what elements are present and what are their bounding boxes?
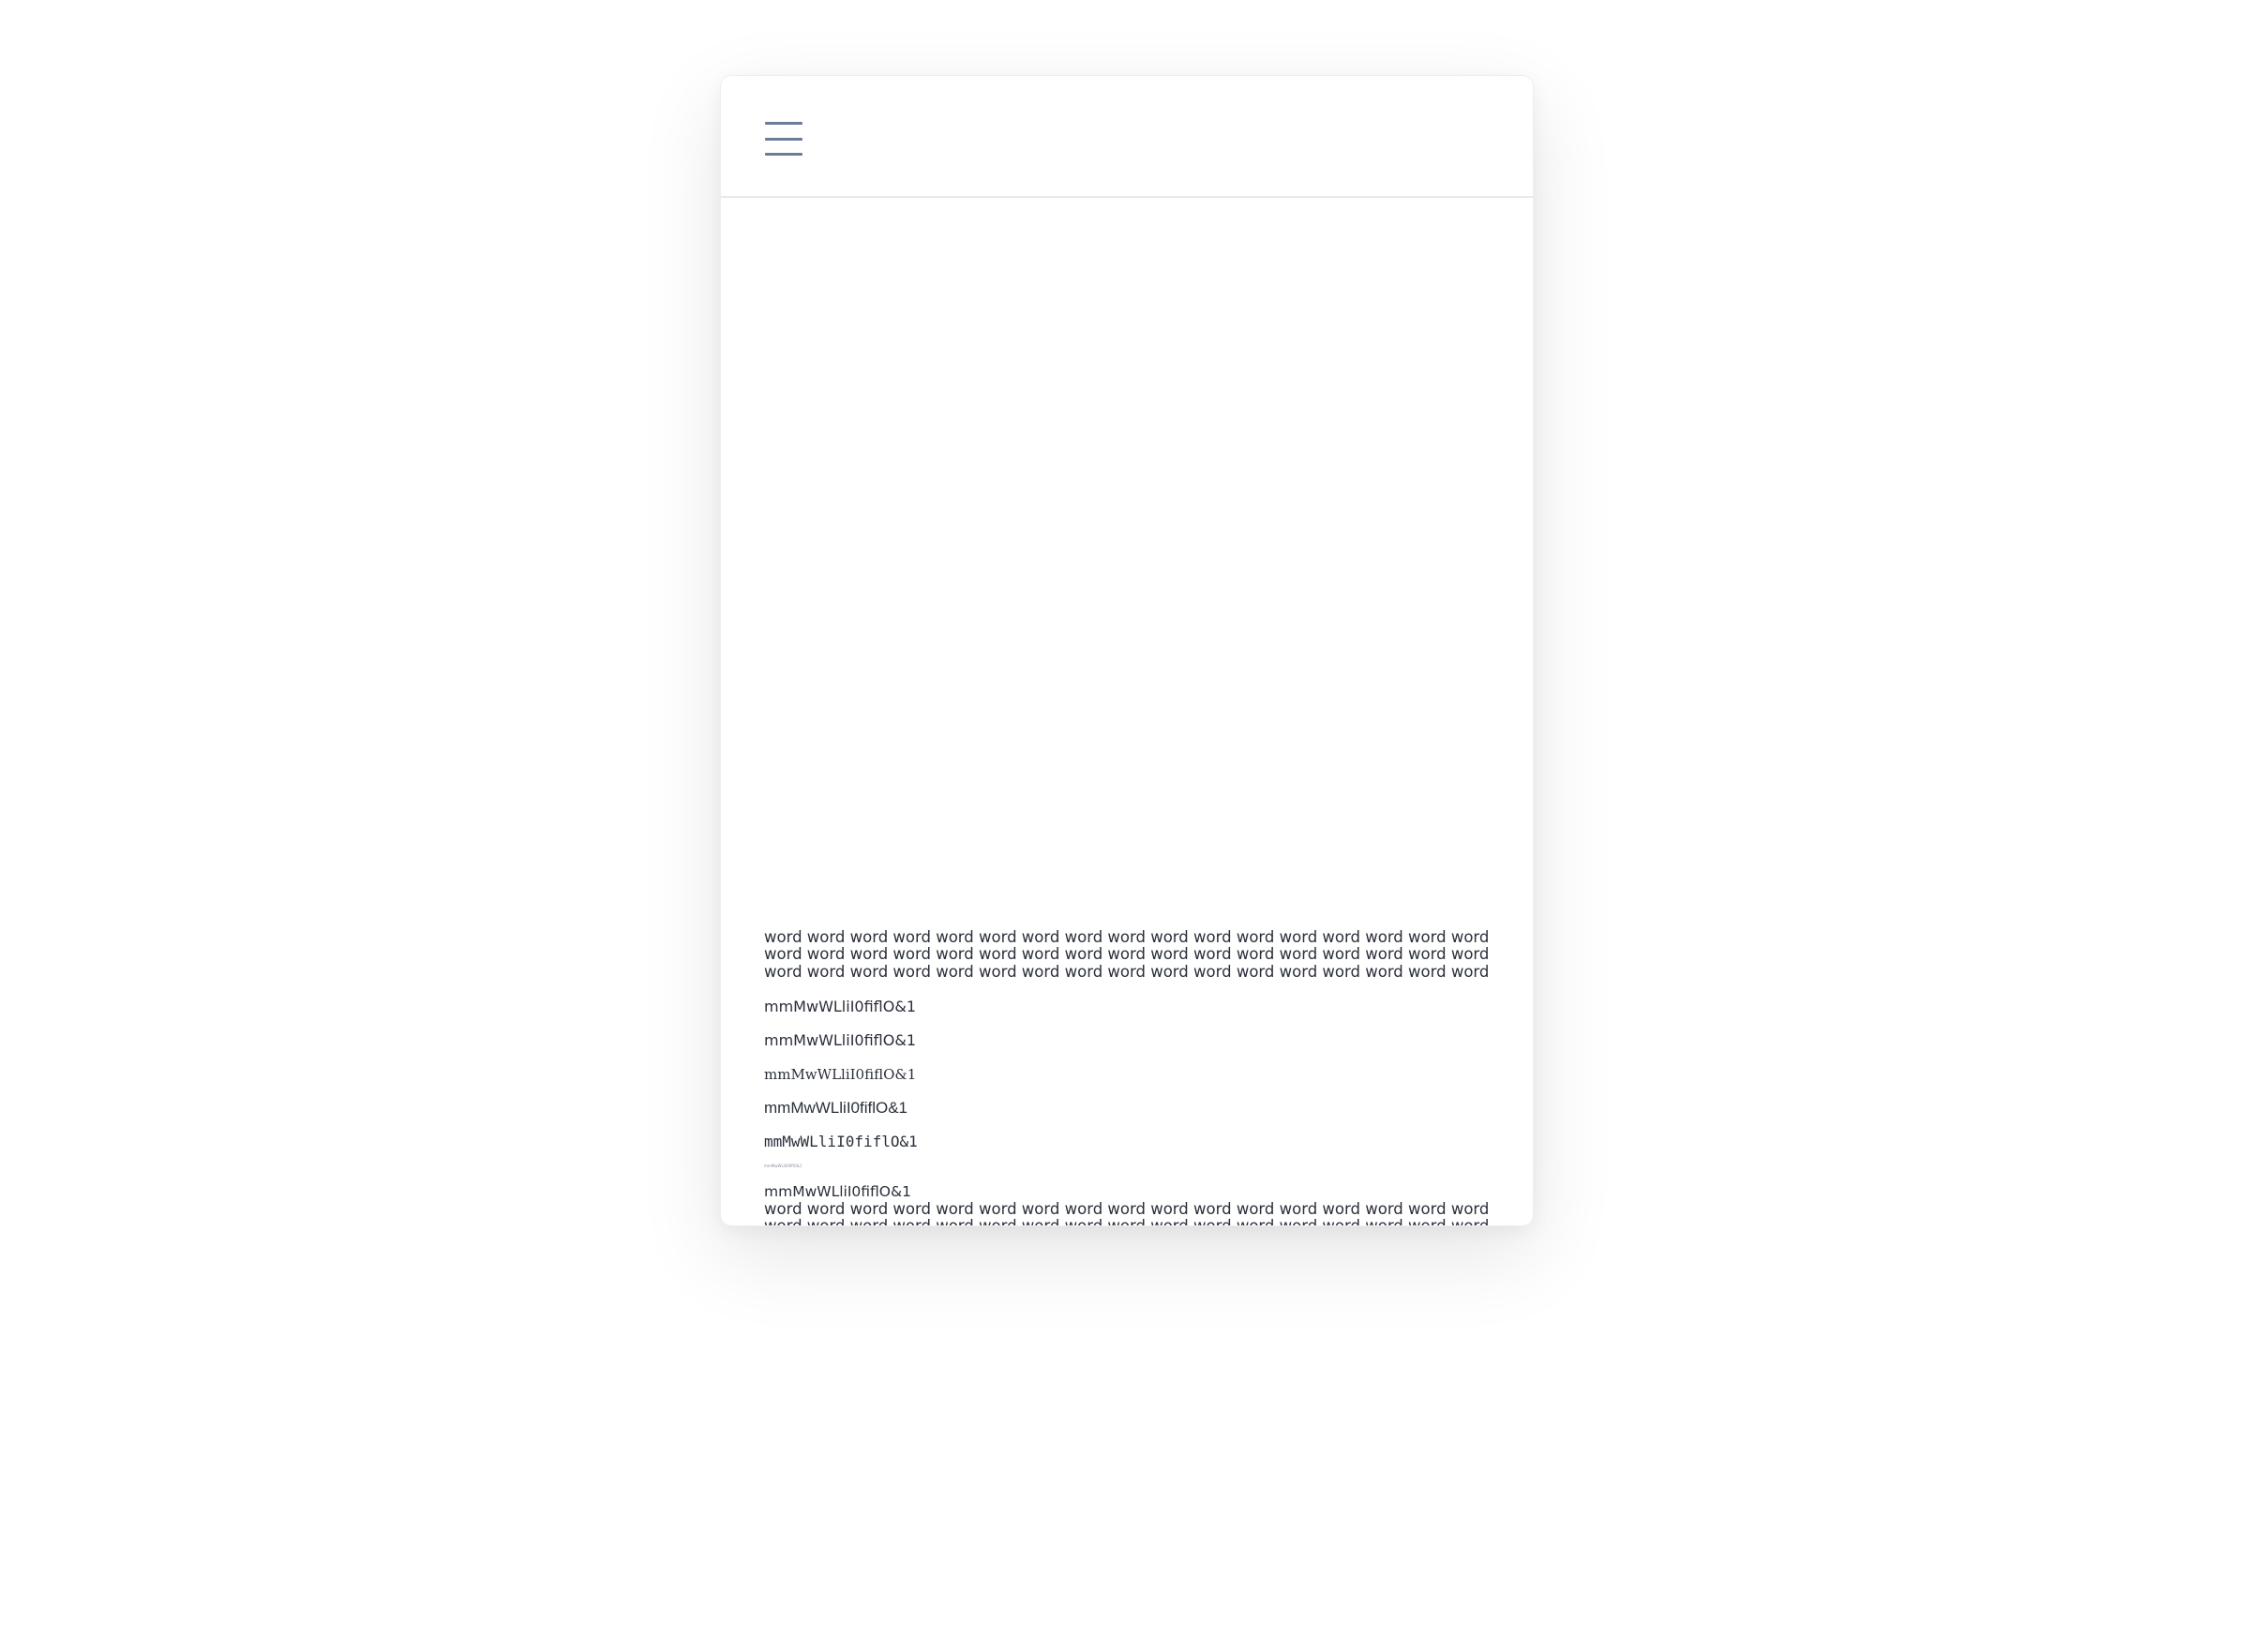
font-specimen-4: mmMwWLliI0fiflO&1 — [764, 1098, 908, 1117]
app-card: word word word word word word word word … — [720, 75, 1534, 1226]
app-header — [721, 76, 1533, 198]
paragraph-bottom: word word word word word word word word … — [764, 1199, 1490, 1226]
paragraph-top: word word word word word word word word … — [764, 928, 1490, 981]
menu-line — [765, 153, 802, 156]
font-specimen-1: mmMwWLliI0fiflO&1 — [764, 997, 916, 1015]
font-specimen-6: mmMwWLliI0fiflO&1 — [764, 1182, 911, 1200]
hamburger-menu-icon[interactable] — [762, 119, 807, 158]
font-specimen-serif: mmMwWLliI0fiflO&1 — [764, 1065, 917, 1083]
menu-line — [765, 122, 802, 125]
menu-line — [765, 137, 802, 141]
font-specimen-2: mmMwWLliI0fiflO&1 — [764, 1030, 916, 1049]
font-specimen-tiny: mmMwWLliI0fiflO&1 — [764, 1163, 802, 1168]
font-specimen-mono: mmMwWLliI0fiflO&1 — [764, 1132, 918, 1150]
main-content: word word word word word word word word … — [764, 928, 1495, 1226]
